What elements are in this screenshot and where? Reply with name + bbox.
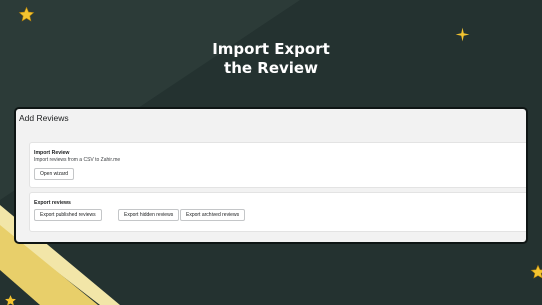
sparkle-icon <box>455 27 470 42</box>
open-wizard-button[interactable]: Open wizard <box>34 168 75 180</box>
export-archived-button[interactable]: Export archived reviews <box>180 209 246 221</box>
star-icon <box>5 295 16 305</box>
import-review-description: Import reviews from a CSV to Zahir.me <box>34 157 121 163</box>
export-hidden-button[interactable]: Export hidden reviews <box>118 209 180 221</box>
import-review-title: Import Review <box>34 150 70 156</box>
import-review-card: Import Review Import reviews from a CSV … <box>30 143 526 187</box>
headline-line-1: Import Export <box>212 40 330 58</box>
export-reviews-title: Export reviews <box>34 200 71 206</box>
export-reviews-card: Export reviews Export published reviews … <box>30 193 526 231</box>
export-published-button[interactable]: Export published reviews <box>34 209 102 221</box>
headline: Import Export the Review <box>0 40 542 78</box>
star-icon <box>530 264 542 279</box>
headline-line-2: the Review <box>224 59 318 77</box>
star-icon <box>18 6 35 22</box>
page-title: Add Reviews <box>19 113 69 123</box>
app-window: Add Reviews Import Review Import reviews… <box>14 107 528 244</box>
